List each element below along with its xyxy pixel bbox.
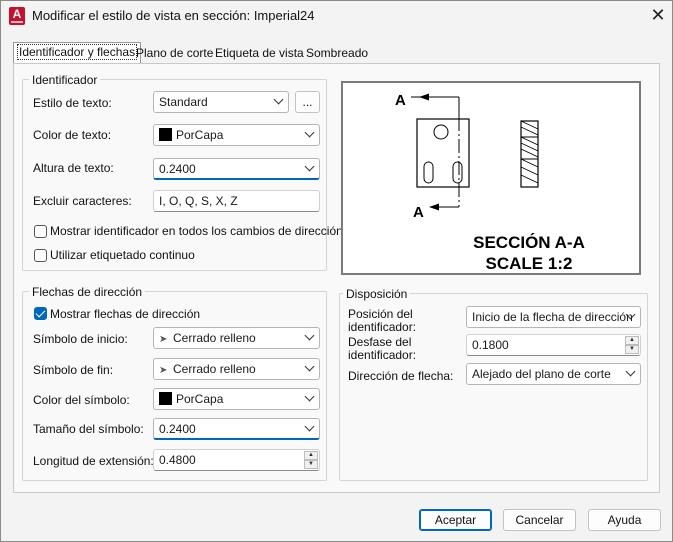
preview-label-top: A bbox=[395, 92, 406, 109]
end-symbol-label: Símbolo de fin: bbox=[33, 363, 114, 377]
text-style-value: Standard bbox=[159, 95, 208, 109]
spin-down-icon[interactable]: ▼ bbox=[625, 345, 639, 354]
disposicion-group-title: Disposición bbox=[343, 287, 411, 301]
end-symbol-select[interactable]: ➤ Cerrado relleno bbox=[153, 358, 320, 380]
identifier-position-label: Posición del identificador: bbox=[348, 307, 417, 334]
preview-scale-text: SCALE 1:2 bbox=[486, 254, 573, 273]
filled-arrow-icon: ➤ bbox=[159, 334, 168, 345]
text-color-select[interactable]: PorCapa bbox=[153, 124, 320, 146]
preview-section-title: SECCIÓN A-A bbox=[473, 233, 585, 252]
text-color-label: Color de texto: bbox=[33, 128, 112, 142]
extension-length-input[interactable]: 0.4800 ▲ ▼ bbox=[153, 449, 320, 471]
cancel-button[interactable]: Cancelar bbox=[503, 509, 576, 531]
arrow-direction-label: Dirección de flecha: bbox=[348, 369, 454, 383]
continuous-labeling-checkbox[interactable] bbox=[34, 249, 47, 262]
tab-etiqueta-de-vista[interactable]: Etiqueta de vista bbox=[212, 44, 307, 63]
title-bar: A Modificar el estilo de vista en secció… bbox=[1, 1, 672, 31]
close-icon[interactable]: ✕ bbox=[646, 4, 670, 28]
spin-up-icon[interactable]: ▲ bbox=[304, 451, 318, 460]
chevron-down-icon bbox=[304, 361, 315, 372]
spin-up-icon[interactable]: ▲ bbox=[625, 336, 639, 345]
text-color-value: PorCapa bbox=[176, 128, 224, 142]
extension-length-value: 0.4800 bbox=[159, 453, 196, 467]
chevron-down-icon bbox=[625, 366, 636, 377]
arrow-direction-value: Alejado del plano de corte bbox=[472, 367, 611, 381]
symbol-size-label: Tamaño del símbolo: bbox=[33, 422, 144, 436]
identifier-offset-input[interactable]: 0.1800 ▲ ▼ bbox=[466, 334, 641, 356]
filled-arrow-icon: ➤ bbox=[159, 365, 168, 376]
identifier-offset-label: Desfase del identificador: bbox=[348, 335, 417, 362]
end-symbol-value: Cerrado relleno bbox=[173, 362, 256, 376]
identifier-position-value: Inicio de la flecha de dirección bbox=[472, 310, 633, 324]
dialog-window: A Modificar el estilo de vista en secció… bbox=[0, 0, 673, 542]
symbol-size-value: 0.2400 bbox=[159, 422, 196, 436]
start-symbol-label: Símbolo de inicio: bbox=[33, 332, 128, 346]
exclude-chars-input[interactable]: I, O, Q, S, X, Z bbox=[153, 190, 320, 212]
chevron-down-icon bbox=[304, 330, 315, 341]
dialog-title: Modificar el estilo de vista en sección:… bbox=[32, 8, 315, 23]
show-arrows-checkbox[interactable] bbox=[34, 307, 47, 320]
help-button[interactable]: Ayuda bbox=[588, 509, 661, 531]
chevron-down-icon bbox=[273, 94, 284, 105]
tab-plano-de-corte[interactable]: Plano de corte bbox=[133, 44, 216, 63]
chevron-down-icon bbox=[304, 161, 315, 172]
chevron-down-icon bbox=[304, 421, 315, 432]
chevron-down-icon bbox=[304, 391, 315, 402]
text-height-select[interactable]: 0.2400 bbox=[153, 158, 320, 180]
section-preview-drawing: A A SECCIÓN A-A SCALE 1:2 bbox=[395, 92, 585, 273]
symbol-color-value: PorCapa bbox=[176, 392, 224, 406]
arrow-direction-select[interactable]: Alejado del plano de corte bbox=[466, 363, 641, 385]
start-symbol-value: Cerrado relleno bbox=[173, 331, 256, 345]
spin-down-icon[interactable]: ▼ bbox=[304, 460, 318, 469]
symbol-color-label: Color del símbolo: bbox=[33, 393, 130, 407]
text-height-value: 0.2400 bbox=[159, 162, 196, 176]
text-style-select[interactable]: Standard bbox=[153, 91, 289, 113]
identifier-offset-value: 0.1800 bbox=[472, 338, 509, 352]
identificador-group-title: Identificador bbox=[29, 73, 101, 87]
text-style-label: Estilo de texto: bbox=[33, 96, 112, 110]
autocad-app-icon: A bbox=[9, 7, 25, 25]
extension-length-label: Longitud de extensión: bbox=[33, 454, 154, 468]
tab-identificador-flechas[interactable]: Identificador y flechas bbox=[13, 42, 142, 64]
flechas-group-title: Flechas de dirección bbox=[29, 285, 146, 299]
show-all-changes-label[interactable]: Mostrar identificador en todos los cambi… bbox=[50, 224, 343, 238]
tab-sombreado[interactable]: Sombreado bbox=[303, 44, 371, 63]
preview-label-bottom: A bbox=[413, 204, 424, 221]
symbol-color-select[interactable]: PorCapa bbox=[153, 388, 320, 410]
start-symbol-select[interactable]: ➤ Cerrado relleno bbox=[153, 327, 320, 349]
color-swatch-icon bbox=[159, 128, 172, 141]
identifier-position-select[interactable]: Inicio de la flecha de dirección bbox=[466, 306, 641, 328]
show-arrows-label[interactable]: Mostrar flechas de dirección bbox=[50, 307, 200, 321]
part-front-view bbox=[416, 118, 470, 188]
tab-label: Identificador y flechas bbox=[17, 44, 138, 60]
show-all-changes-checkbox[interactable] bbox=[34, 225, 47, 238]
text-style-browse-button[interactable]: ... bbox=[295, 91, 320, 113]
accept-button[interactable]: Aceptar bbox=[419, 509, 492, 531]
continuous-labeling-label[interactable]: Utilizar etiquetado continuo bbox=[50, 248, 195, 262]
direction-arrow-icon bbox=[429, 203, 439, 211]
section-view-hatched bbox=[520, 120, 539, 188]
text-height-label: Altura de texto: bbox=[33, 161, 114, 175]
direction-arrow-icon bbox=[419, 93, 429, 101]
preview-panel: A A SECCIÓN A-A SCALE 1:2 bbox=[341, 81, 641, 275]
symbol-size-select[interactable]: 0.2400 bbox=[153, 418, 320, 440]
chevron-down-icon bbox=[304, 127, 315, 138]
color-swatch-icon bbox=[159, 392, 172, 405]
exclude-chars-label: Excluir caracteres: bbox=[33, 194, 132, 208]
